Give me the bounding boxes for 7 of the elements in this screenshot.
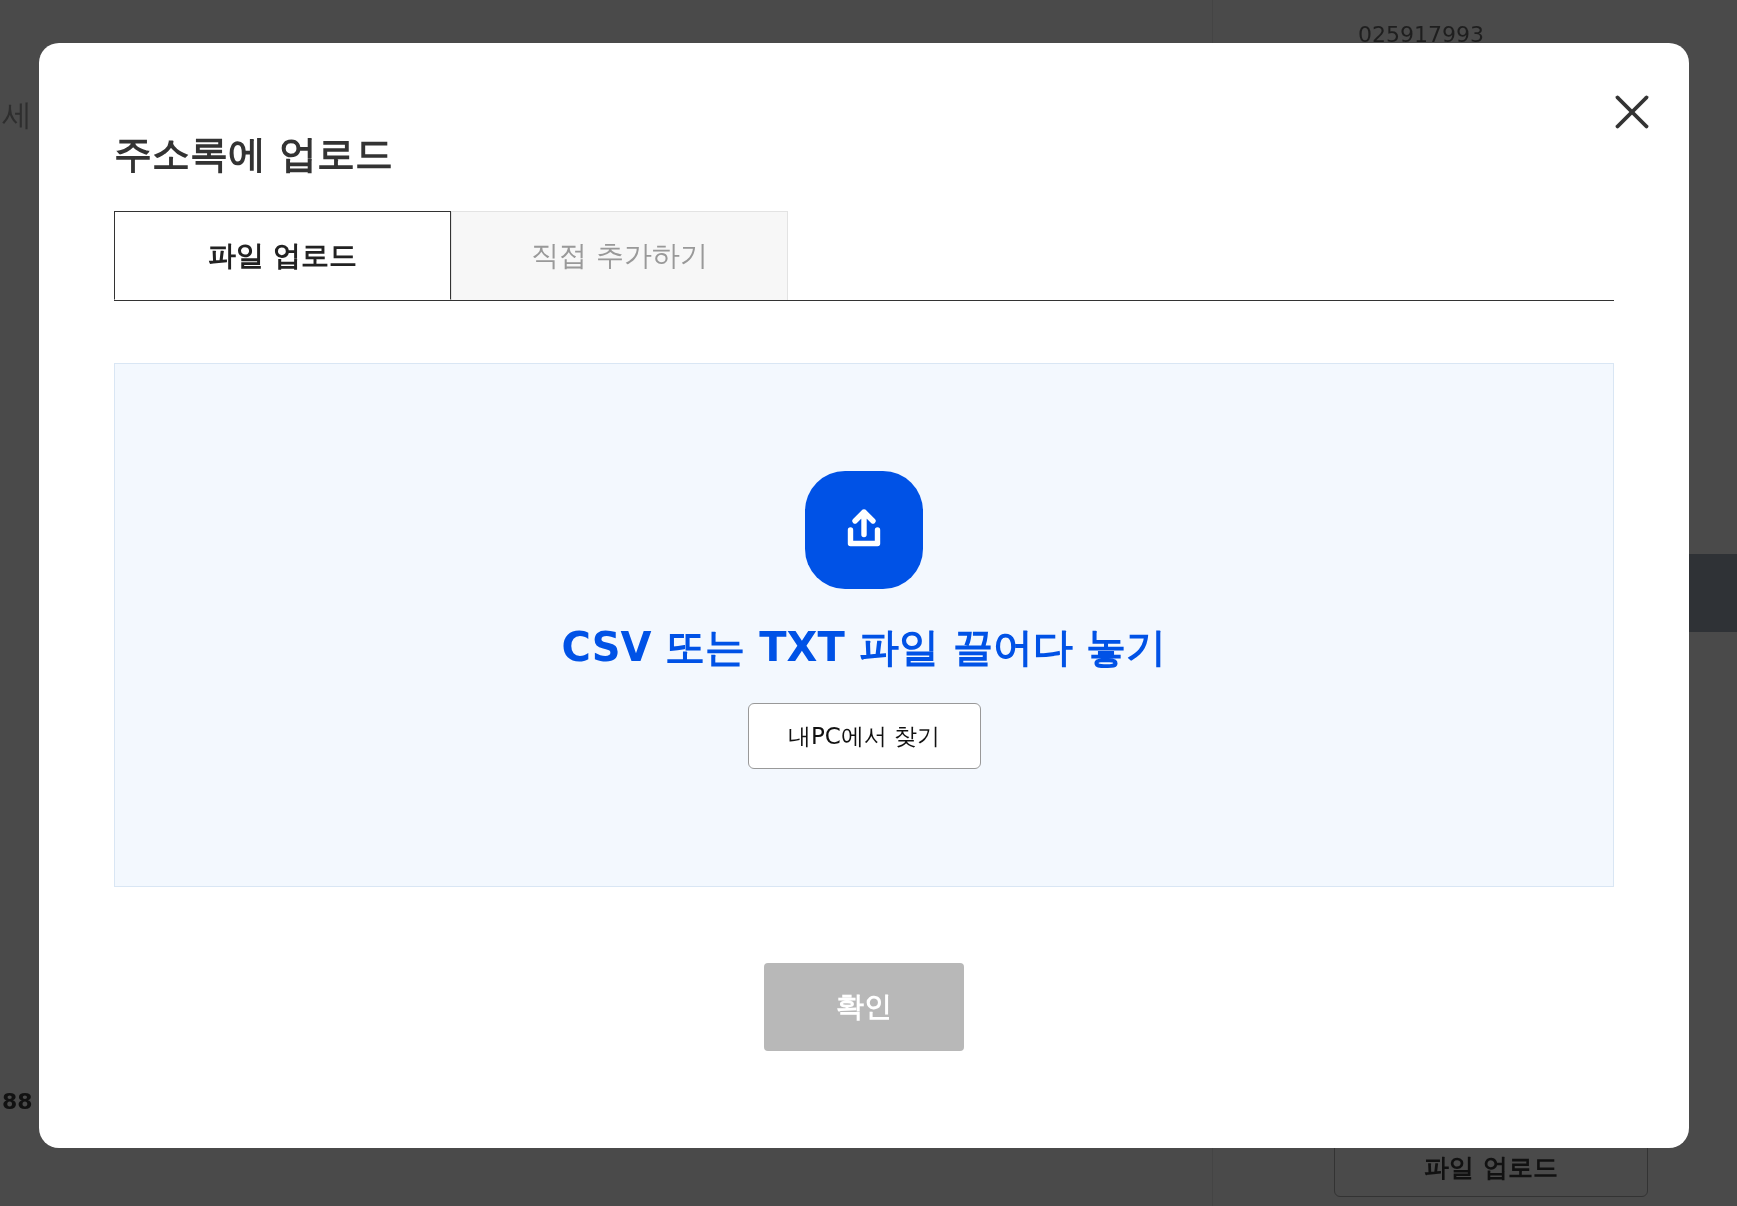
drop-zone[interactable]: CSV 또는 TXT 파일 끌어다 놓기 내PC에서 찾기 <box>114 363 1614 887</box>
background-text: 88 <box>2 1088 33 1116</box>
upload-icon <box>805 471 923 589</box>
dialog-title: 주소록에 업로드 <box>114 135 394 173</box>
drop-heading: CSV 또는 TXT 파일 끌어다 놓기 <box>561 627 1167 667</box>
browse-button[interactable]: 내PC에서 찾기 <box>747 703 981 769</box>
tab[interactable]: 파일 업로드 <box>114 211 451 300</box>
